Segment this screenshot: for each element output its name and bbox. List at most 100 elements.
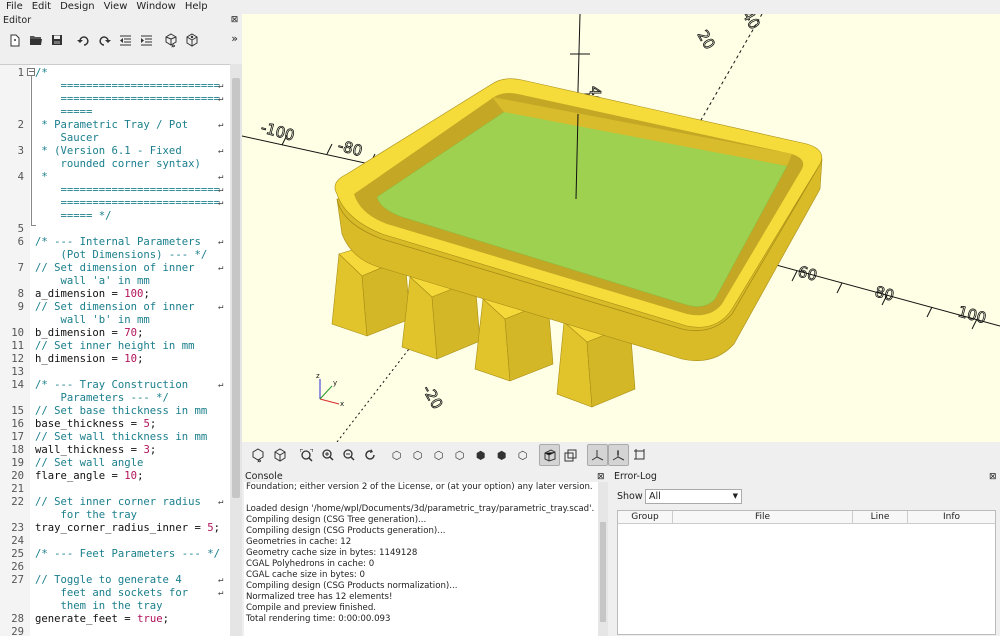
line-number: 29	[11, 626, 24, 636]
console-line: Total rendering time: 0:00:00.093	[246, 614, 391, 624]
show-axes-icon[interactable]	[587, 444, 608, 466]
line-number: 10	[11, 327, 24, 339]
indent-icon[interactable]	[136, 30, 157, 50]
code-token: /*	[35, 67, 48, 79]
console-line: Loaded design '/home/wpl/Documents/3d/pa…	[246, 504, 595, 514]
line-number: 4	[17, 171, 24, 183]
render-icon[interactable]	[182, 30, 203, 50]
preview-button-icon[interactable]: »	[248, 444, 269, 466]
view-front-icon[interactable]: ⬢	[470, 444, 491, 466]
menu-window[interactable]: Window	[130, 0, 178, 14]
console-scrollbar-thumb[interactable]	[600, 522, 606, 622]
view-all-icon[interactable]	[296, 444, 317, 466]
console-scrollbar[interactable]	[598, 482, 608, 636]
line-number: 22	[11, 496, 24, 508]
close-icon[interactable]: ⊠	[230, 16, 239, 25]
line-number: 19	[11, 457, 24, 469]
zoom-out-icon[interactable]	[338, 444, 359, 466]
editor-scrollbar[interactable]	[230, 64, 242, 636]
code-token: Saucer	[35, 132, 99, 144]
orthogonal-icon[interactable]	[560, 444, 581, 466]
wrap-indicator-icon: ↵	[218, 380, 224, 390]
code-text: /* --- Tray Construction	[35, 379, 188, 392]
console-line: Foundation; either version 2 of the Lice…	[246, 482, 593, 492]
column-header-file[interactable]: File	[673, 511, 853, 524]
show-filter-label: Show	[617, 491, 643, 502]
zoom-in-icon[interactable]	[317, 444, 338, 466]
code-token: =========================	[35, 197, 220, 209]
code-text: them in the tray	[35, 600, 163, 613]
code-token: /* --- Feet Parameters --- */	[35, 548, 220, 560]
new-file-icon[interactable]	[4, 30, 25, 50]
gizmo-z-label: z	[316, 372, 320, 380]
reset-view-icon[interactable]	[359, 444, 380, 466]
preview-icon[interactable]: »	[161, 30, 182, 50]
code-text: =========================	[35, 93, 220, 106]
view-diagonal-icon[interactable]: ⬡	[512, 444, 533, 466]
code-text: generate_feet = true;	[35, 613, 169, 626]
code-token: 10	[124, 353, 138, 365]
code-token: a_dimension =	[35, 288, 125, 300]
code-token: (Pot Dimensions) --- */	[35, 249, 208, 261]
menu-help[interactable]: Help	[179, 0, 211, 14]
code-text: =========================	[35, 197, 220, 210]
y-axis-label-20: 20	[694, 27, 719, 53]
column-header-group[interactable]: Group	[618, 511, 673, 524]
code-text: =========================	[35, 80, 220, 93]
code-token: 10	[124, 470, 138, 482]
line-number: 6	[17, 236, 24, 248]
code-text: // Set inner corner radius	[35, 496, 201, 509]
close-icon[interactable]: ⊠	[989, 472, 997, 482]
code-token: true	[137, 613, 163, 625]
code-token: tray_corner_radius_inner =	[35, 522, 208, 534]
save-icon[interactable]	[46, 30, 67, 50]
code-token: =========================	[35, 80, 220, 92]
line-number: 23	[11, 522, 24, 534]
view-bottom-icon[interactable]: ⬡	[428, 444, 449, 466]
open-folder-icon[interactable]	[25, 30, 46, 50]
line-number: 24	[11, 535, 24, 547]
editor-scrollbar-thumb[interactable]	[232, 78, 240, 498]
undo-icon[interactable]	[73, 30, 94, 50]
render-button-icon[interactable]	[269, 444, 290, 466]
view-back-icon[interactable]: ⬢	[491, 444, 512, 466]
code-token: flare_angle =	[35, 470, 125, 482]
error-log-table[interactable]: Group File Line Info	[617, 510, 996, 635]
menu-design[interactable]: Design	[54, 0, 98, 14]
view-left-icon[interactable]: ⬡	[449, 444, 470, 466]
show-scale-markers-icon[interactable]	[608, 444, 629, 466]
menu-file[interactable]: File	[0, 0, 26, 14]
code-editor[interactable]: − 1/* ========================= ↵ =======…	[0, 64, 230, 636]
unindent-icon[interactable]	[115, 30, 136, 50]
console-line: Compiling design (CSG Tree generation)..…	[246, 515, 427, 525]
perspective-icon[interactable]	[539, 444, 560, 466]
view-top-icon[interactable]: ⬡	[407, 444, 428, 466]
code-token: ;	[143, 288, 150, 300]
view-right-icon[interactable]: ⬡	[386, 444, 407, 466]
fold-toggle-icon[interactable]: −	[27, 68, 35, 76]
code-text: /*	[35, 67, 48, 80]
view-toolbar: » ⬡ ⬡ ⬡ ⬡ ⬢ ⬢ ⬡	[242, 442, 1000, 468]
console-output[interactable]: Foundation; either version 2 of the Lice…	[244, 482, 598, 636]
show-edges-icon[interactable]	[629, 444, 650, 466]
code-text: // Set base thickness in mm	[35, 405, 207, 418]
close-icon[interactable]: ⊠	[597, 472, 605, 482]
code-text: wall 'b' in mm	[35, 314, 150, 327]
code-text: *	[35, 171, 47, 184]
show-filter-value: All	[649, 491, 661, 502]
editor-panel: Editor ⊠ » » − 1 /* ====================…	[0, 14, 242, 636]
editor-title: Editor	[3, 15, 32, 26]
3d-viewport[interactable]: 40 20 60 80 100 -100 -80 20 40 -20	[242, 14, 1000, 442]
toolbar-overflow-icon[interactable]: »	[231, 32, 238, 45]
show-filter-select[interactable]: All ▼	[645, 489, 742, 504]
y-axis-label-40: 40	[739, 14, 764, 33]
menu-edit[interactable]: Edit	[26, 0, 54, 14]
column-header-line[interactable]: Line	[853, 511, 908, 524]
editor-toolbar: »	[0, 29, 242, 51]
code-token: ;	[137, 353, 144, 365]
code-text: // Set inner height in mm	[35, 340, 194, 353]
redo-icon[interactable]	[94, 30, 115, 50]
column-header-info[interactable]: Info	[908, 511, 995, 524]
code-token: for the tray	[35, 509, 138, 521]
menu-view[interactable]: View	[98, 0, 131, 14]
